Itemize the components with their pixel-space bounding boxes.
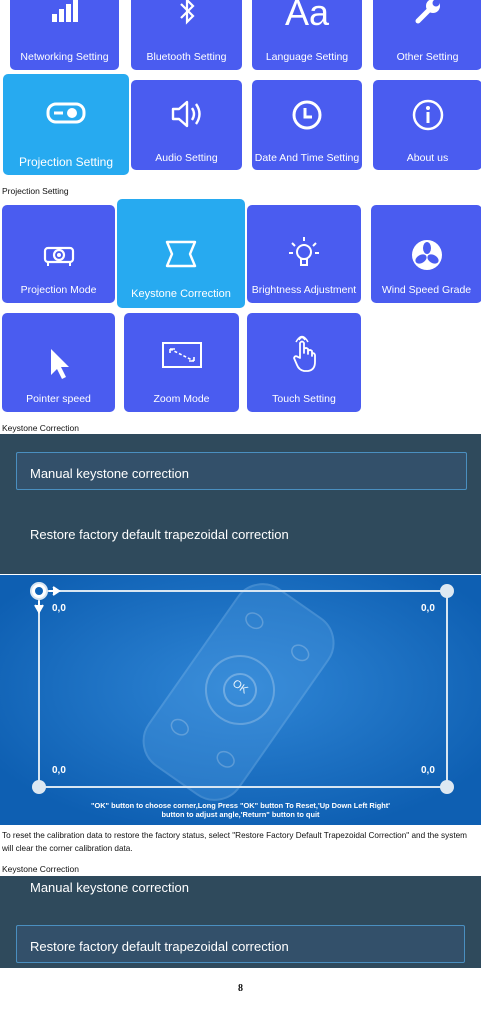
fan-icon xyxy=(371,238,481,272)
body-paragraph: To reset the calibration data to restore… xyxy=(2,831,467,853)
tile-label: Language Setting xyxy=(265,51,349,63)
tile-wind-speed-grade[interactable]: Wind Speed Grade xyxy=(371,205,481,303)
tile-language-setting[interactable]: Aa Language Setting xyxy=(252,0,362,70)
tile-label: Date And Time Setting xyxy=(254,152,360,164)
calibration-graphic xyxy=(0,575,481,825)
zoom-icon xyxy=(124,341,239,369)
tile-zoom-mode[interactable]: Zoom Mode xyxy=(124,313,239,412)
tile-label: Wind Speed Grade xyxy=(381,284,472,296)
caption-keystone-correction: Keystone Correction xyxy=(2,423,80,433)
tile-label: Other Setting xyxy=(396,51,459,63)
calibration-screen: 0,0 0,0 0,0 0,0 OK "OK" button to choose… xyxy=(0,575,481,825)
bluetooth-icon xyxy=(131,0,242,26)
corner-value-top-left: 0,0 xyxy=(52,603,66,614)
keystone-menu-panel: Manual keystone correction Restore facto… xyxy=(0,434,481,574)
pointer-icon xyxy=(2,347,115,381)
tile-label: Touch Setting xyxy=(272,393,336,405)
tile-label: Keystone Correction xyxy=(131,288,231,300)
instructions-line-2: button to adjust angle,'Return" button t… xyxy=(161,810,320,819)
keystone-icon xyxy=(117,239,245,269)
tile-label: Zoom Mode xyxy=(153,393,210,405)
tile-label: Projection Mode xyxy=(20,284,97,296)
clock-icon xyxy=(252,98,362,132)
tile-label: Bluetooth Setting xyxy=(146,51,227,63)
tile-label: Pointer speed xyxy=(26,393,91,405)
tile-other-setting[interactable]: Other Setting xyxy=(373,0,481,70)
page-number: 8 xyxy=(238,983,243,994)
tile-audio-setting[interactable]: Audio Setting xyxy=(131,80,242,170)
speaker-icon xyxy=(131,98,242,130)
tile-brightness-adjustment[interactable]: Brightness Adjustment xyxy=(247,205,361,303)
tile-label: Projection Setting xyxy=(18,155,114,169)
tile-label: About us xyxy=(406,152,449,164)
bulb-icon xyxy=(247,235,361,271)
wrench-icon xyxy=(373,0,481,26)
caption-keystone-correction-2: Keystone Correction xyxy=(2,864,80,874)
tile-label: Audio Setting xyxy=(155,152,218,164)
manual-keystone-option[interactable]: Manual keystone correction xyxy=(30,880,189,895)
tile-date-time-setting[interactable]: Date And Time Setting xyxy=(252,80,362,170)
tile-pointer-speed[interactable]: Pointer speed xyxy=(2,313,115,412)
signal-bars-icon xyxy=(10,0,119,24)
tile-label: Brightness Adjustment xyxy=(251,284,357,296)
tile-about-us[interactable]: About us xyxy=(373,80,481,170)
tile-projection-mode[interactable]: Projection Mode xyxy=(2,205,115,303)
restore-factory-option[interactable]: Restore factory default trapezoidal corr… xyxy=(30,527,289,542)
instructions-line-1: "OK" button to choose corner,Long Press … xyxy=(90,801,391,810)
tile-networking-setting[interactable]: Networking Setting xyxy=(10,0,119,70)
projector-icon xyxy=(2,240,115,268)
info-icon xyxy=(373,98,481,132)
tile-label: Networking Setting xyxy=(20,51,109,63)
tile-touch-setting[interactable]: Touch Setting xyxy=(247,313,361,412)
tile-keystone-correction[interactable]: Keystone Correction xyxy=(117,199,245,308)
corner-value-bottom-left: 0,0 xyxy=(52,765,66,776)
tile-projection-setting[interactable]: Projection Setting xyxy=(3,74,129,175)
touch-icon xyxy=(247,334,361,374)
manual-keystone-label: Manual keystone correction xyxy=(30,466,189,481)
tile-bluetooth-setting[interactable]: Bluetooth Setting xyxy=(131,0,242,70)
corner-value-top-right: 0,0 xyxy=(421,603,435,614)
calibration-instructions: "OK" button to choose corner,Long Press … xyxy=(0,801,481,819)
aa-text-icon: Aa xyxy=(284,0,330,33)
projector-icon xyxy=(3,100,129,126)
keystone-menu-panel-2: Manual keystone correction Restore facto… xyxy=(0,876,481,968)
restore-factory-label: Restore factory default trapezoidal corr… xyxy=(30,939,289,954)
caption-projection-setting: Projection Setting xyxy=(2,186,69,196)
corner-value-bottom-right: 0,0 xyxy=(421,765,435,776)
